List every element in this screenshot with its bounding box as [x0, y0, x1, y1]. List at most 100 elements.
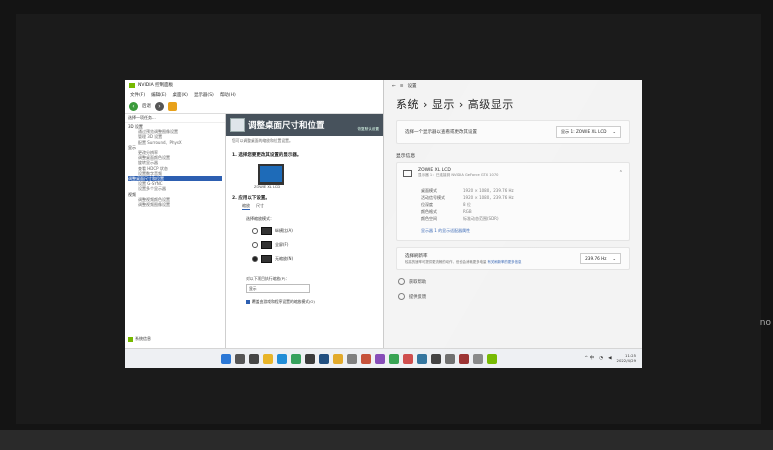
tree-item[interactable]: 调整视频图像设置: [128, 202, 222, 207]
settings-window-title: 设置: [407, 84, 417, 89]
edge-icon[interactable]: [277, 354, 287, 364]
refresh-rate-desc-text: 较高的速率可提供更流畅的动作，但也会消耗更多电量: [405, 260, 487, 264]
menu-display[interactable]: 显示器(S): [194, 92, 214, 98]
volume-icon[interactable]: ◀: [608, 356, 611, 361]
clock-date: 2022/4/29: [616, 358, 636, 363]
nvidia-toolbar: ‹ 后退 ›: [125, 99, 383, 114]
radio-no-scaling[interactable]: [252, 256, 258, 262]
scaling-option-aspect[interactable]: 纵横比(A): [226, 224, 383, 238]
terminal-icon[interactable]: [305, 354, 315, 364]
system-tray: ^ 中 ◔ ◀ 11:25 2022/4/29: [584, 353, 636, 363]
menu-icon[interactable]: ≡: [400, 84, 404, 89]
back-arrow-icon[interactable]: ←: [392, 84, 396, 89]
refresh-rate-desc: 较高的速率可提供更流畅的动作，但也会消耗更多电量 有关刷新率的更多信息: [405, 259, 521, 264]
tab-scaling[interactable]: 缩放: [242, 203, 250, 210]
info-value: 8 位: [463, 202, 471, 207]
chrome-icon[interactable]: [291, 354, 301, 364]
adapter-properties-link[interactable]: 显示器 1 的显示适配器属性: [397, 228, 629, 240]
radio-fullscreen[interactable]: [252, 242, 258, 248]
back-arrow-icon[interactable]: ‹: [129, 101, 138, 111]
refresh-rate-info-link[interactable]: 有关刷新率的更多信息: [487, 260, 521, 264]
start-icon[interactable]: [221, 354, 231, 364]
refresh-rate-text: 选择刷新率 较高的速率可提供更流畅的动作，但也会消耗更多电量 有关刷新率的更多信…: [405, 253, 521, 264]
app-icon[interactable]: [361, 354, 371, 364]
override-checkbox[interactable]: [246, 300, 250, 304]
app-icon[interactable]: [319, 354, 329, 364]
scaling-option-fullscreen[interactable]: 全屏(F): [226, 238, 383, 252]
aspect-preview-icon: [261, 227, 272, 235]
app-icon[interactable]: [431, 354, 441, 364]
fullscreen-preview-icon: [261, 241, 272, 249]
app-icon[interactable]: [375, 354, 385, 364]
feedback-icon: [398, 293, 405, 300]
menu-edit[interactable]: 编辑(E): [151, 92, 166, 98]
search-icon[interactable]: [235, 354, 245, 364]
desktop-screen: NVIDIA 控制面板 文件(F) 编辑(E) 桌面(K) 显示器(S) 帮助(…: [125, 80, 642, 368]
info-row: 活动信号模式 1920 × 1080，239.76 Hz: [421, 194, 629, 201]
select-display-row: 选择一个显示器以查看或更改其设置 显示 1: ZOWIE XL LCD ⌄: [397, 121, 629, 143]
restore-defaults-link[interactable]: 恢复默认设置: [357, 127, 379, 132]
nvidia-content-pane: 调整桌面尺寸和位置 恢复默认设置 您可以调整桌面的缩放和位置设置。 1. 选择您…: [226, 114, 383, 348]
app-icon[interactable]: [459, 354, 469, 364]
menu-desktop[interactable]: 桌面(K): [172, 92, 187, 98]
info-value: 标准动态范围(SDR): [463, 216, 499, 221]
taskbar-app-icons: [221, 354, 497, 364]
app-icon[interactable]: [347, 354, 357, 364]
taskbar: ^ 中 ◔ ◀ 11:25 2022/4/29: [125, 348, 642, 368]
refresh-rate-value: 239.76 Hz: [585, 256, 607, 261]
step-select-display: 1. 选择您要更改其设置的显示器。: [232, 153, 302, 158]
page-title: 调整桌面尺寸和位置: [248, 121, 325, 131]
back-button-label[interactable]: 后退: [142, 103, 151, 109]
page-description: 您可以调整桌面的缩放和位置设置。: [232, 138, 293, 143]
task-view-icon[interactable]: [249, 354, 259, 364]
system-info-link[interactable]: 系统信息: [128, 336, 151, 342]
help-icon: [398, 278, 405, 285]
info-value: 1920 × 1080，239.76 Hz: [463, 195, 514, 200]
home-icon[interactable]: [168, 101, 177, 111]
nvidia-window-title: NVIDIA 控制面板: [138, 83, 174, 88]
chevron-up-icon[interactable]: ⌃: [619, 170, 623, 176]
display-dropdown-value: 显示 1: ZOWIE XL LCD: [560, 129, 607, 134]
info-key: 颜色格式: [421, 209, 437, 214]
give-feedback-link[interactable]: 提供反馈: [384, 289, 642, 304]
monitor-icon: [403, 169, 412, 177]
forward-arrow-icon[interactable]: ›: [155, 101, 164, 111]
app-icon[interactable]: [445, 354, 455, 364]
app-icon[interactable]: [333, 354, 343, 364]
task-navigation-pane: 选择一项任务... 3D 设置 通过预览调整图像设置 管理 3D 设置 配置 Surr…: [125, 114, 226, 348]
info-value: 1920 × 1080，239.76 Hz: [463, 188, 514, 193]
chevron-down-icon: ⌄: [612, 256, 616, 261]
no-scaling-preview-icon: [261, 255, 272, 263]
steam-icon[interactable]: [417, 354, 427, 364]
get-help-label: 获取帮助: [409, 279, 427, 285]
display-info-header[interactable]: ZOWIE XL LCD 显示器 1：已连接到 NVIDIA GeForce G…: [397, 163, 629, 183]
info-row: 位深度 8 位: [421, 201, 629, 208]
tab-size[interactable]: 尺寸: [256, 203, 264, 210]
get-help-link[interactable]: 获取帮助: [384, 274, 642, 289]
override-label: 覆盖由游戏和程序设置的缩放模式(O): [252, 299, 315, 304]
nvidia-menu-bar: 文件(F) 编辑(E) 桌面(K) 显示器(S) 帮助(H): [125, 90, 383, 99]
scaling-target-select[interactable]: 显示: [246, 284, 310, 293]
tray-text[interactable]: ^ 中: [584, 355, 594, 361]
app-icon[interactable]: [403, 354, 413, 364]
app-icon[interactable]: [389, 354, 399, 364]
file-explorer-icon[interactable]: [263, 354, 273, 364]
display-1-tile[interactable]: [258, 164, 284, 185]
refresh-rate-dropdown[interactable]: 239.76 Hz ⌄: [580, 253, 621, 264]
perform-scaling-label: 对以下项目执行缩放(P)：: [246, 276, 290, 281]
display-info-list: 桌面模式 1920 × 1080，239.76 Hz 活动信号模式 1920 × 1…: [397, 183, 629, 228]
scaling-option-no-scaling[interactable]: 无缩放(N): [226, 252, 383, 266]
give-feedback-label: 提供反馈: [409, 294, 427, 300]
override-scaling-option[interactable]: 覆盖由游戏和程序设置的缩放模式(O): [226, 293, 383, 311]
settings-gear-icon[interactable]: [473, 354, 483, 364]
settings-title-bar: ← ≡ 设置: [384, 80, 642, 92]
nvidia-icon[interactable]: [487, 354, 497, 364]
scaling-mode-title: 选择缩放模式：: [246, 216, 274, 221]
desktop-size-icon: [230, 118, 245, 132]
display-dropdown[interactable]: 显示 1: ZOWIE XL LCD ⌄: [555, 126, 621, 138]
menu-help[interactable]: 帮助(H): [220, 92, 236, 98]
network-icon[interactable]: ◔: [599, 356, 603, 361]
menu-file[interactable]: 文件(F): [130, 92, 145, 98]
clock[interactable]: 11:25 2022/4/29: [617, 353, 636, 363]
radio-aspect[interactable]: [252, 228, 258, 234]
